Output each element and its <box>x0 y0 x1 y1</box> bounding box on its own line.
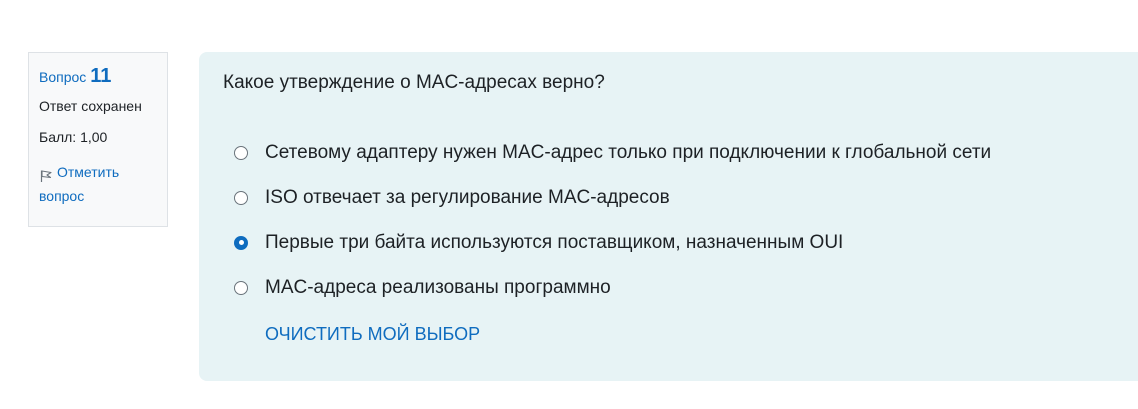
question-label: Вопрос <box>39 69 87 85</box>
question-number: 11 <box>90 65 112 87</box>
answer-label: Сетевому адаптеру нужен MAC-адрес только… <box>265 141 992 163</box>
radio-unchecked-icon[interactable] <box>234 190 248 205</box>
question-grade: Балл: 1,00 <box>39 129 108 145</box>
answer-option[interactable]: MAC-адреса реализованы программно <box>223 265 1114 310</box>
clear-choice-link[interactable]: ОЧИСТИТЬ МОЙ ВЫБОР <box>265 322 1114 346</box>
answer-option[interactable]: ISO отвечает за регулирование MAC-адресо… <box>223 175 1114 220</box>
answer-label: Первые три байта используются поставщико… <box>265 231 844 253</box>
answer-label: ISO отвечает за регулирование MAC-адресо… <box>265 186 670 208</box>
answer-option[interactable]: Сетевому адаптеру нужен MAC-адрес только… <box>223 130 1114 175</box>
question-state: Ответ сохранен <box>39 98 142 114</box>
radio-unchecked-icon[interactable] <box>234 280 248 295</box>
flag-question-link[interactable]: Отметить вопрос <box>39 160 157 208</box>
flag-icon <box>39 166 53 183</box>
answer-list: Сетевому адаптеру нужен MAC-адрес только… <box>223 130 1114 310</box>
radio-checked-icon[interactable] <box>234 235 248 250</box>
question-info-panel: Вопрос 11 Ответ сохранен Балл: 1,00 Отме… <box>28 52 168 227</box>
answer-option[interactable]: Первые три байта используются поставщико… <box>223 220 1114 265</box>
question-text: Какое утверждение о MAC-адресах верно? <box>223 72 605 93</box>
question-content: Какое утверждение о MAC-адресах верно? С… <box>199 52 1138 381</box>
radio-unchecked-icon[interactable] <box>234 145 248 160</box>
question-number-line: Вопрос 11 <box>39 65 157 89</box>
answer-label: MAC-адреса реализованы программно <box>265 276 611 298</box>
